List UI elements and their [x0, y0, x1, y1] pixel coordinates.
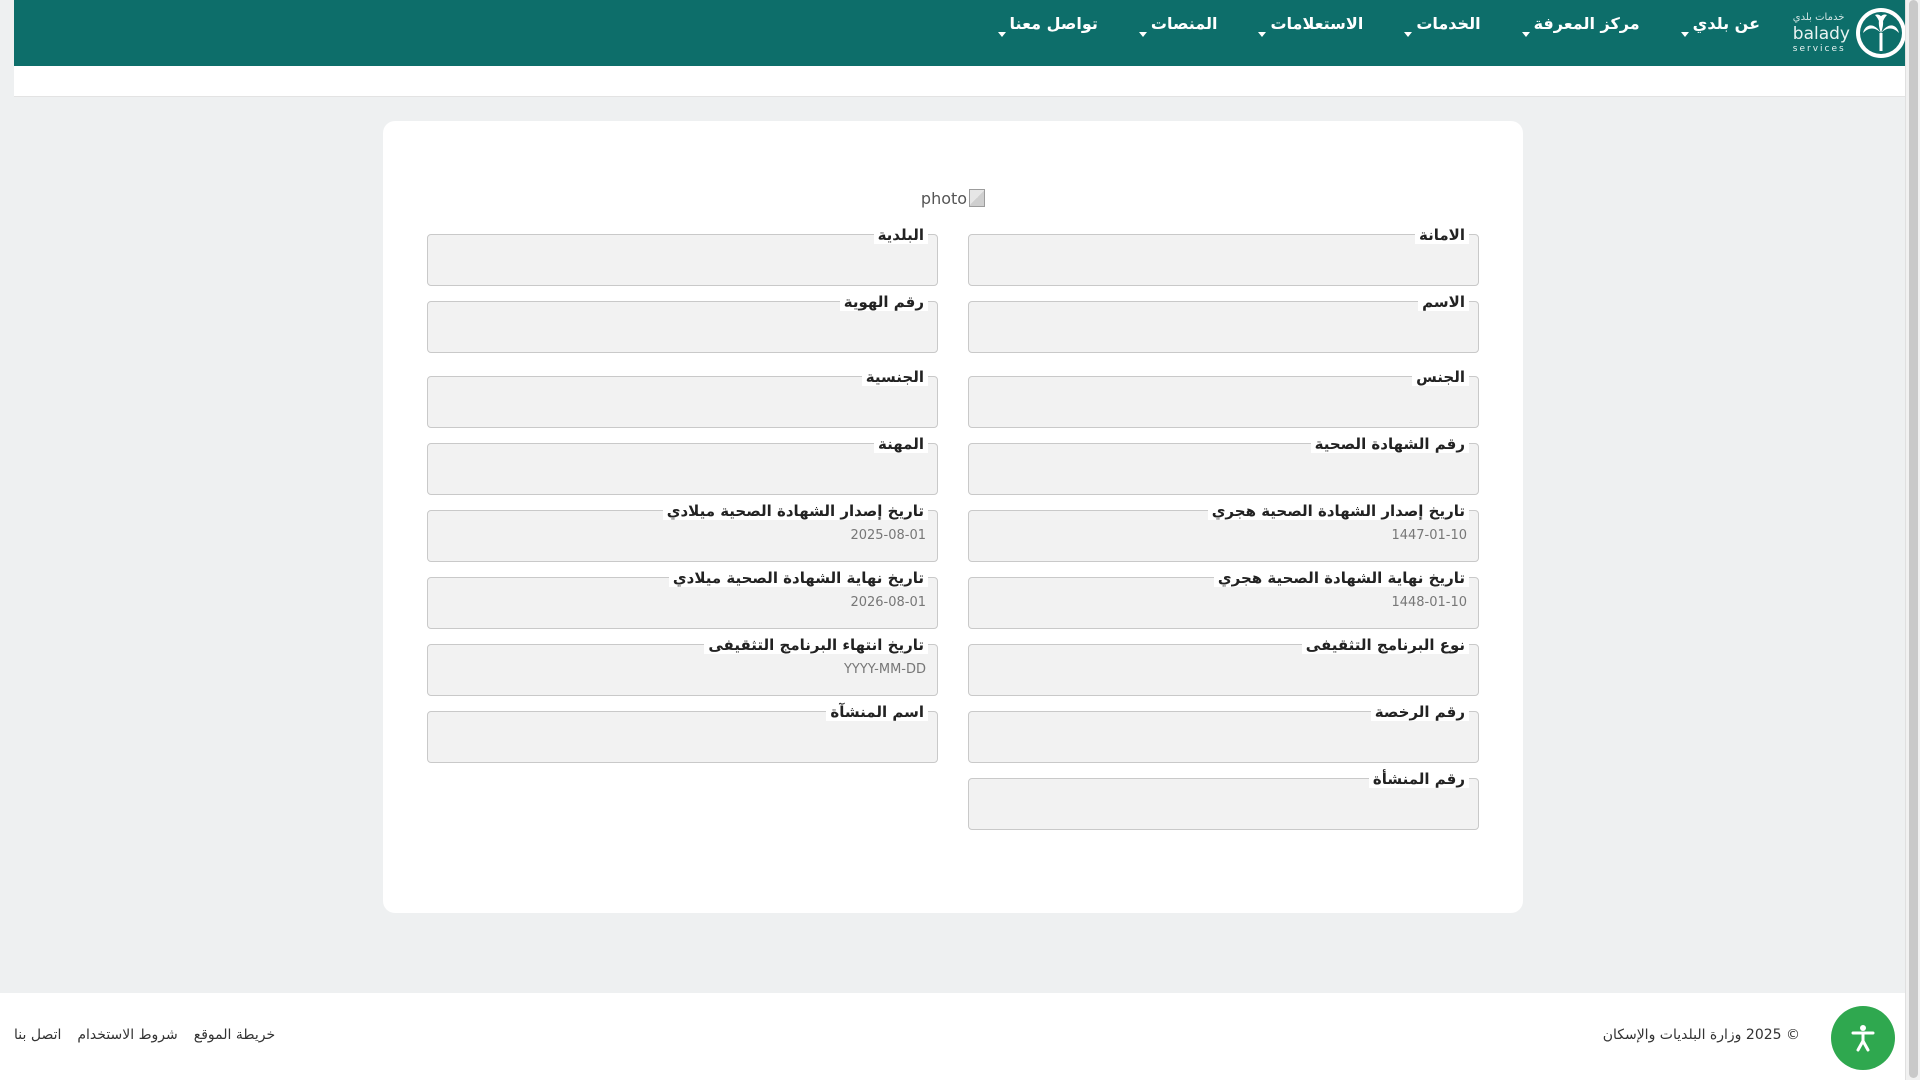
nav-inquiries[interactable]: الاستعلامات: [1258, 0, 1364, 37]
footer-link-terms[interactable]: شروط الاستخدام: [77, 1027, 177, 1043]
field-label: تاريخ نهاية الشهادة الصحية ميلادي: [668, 569, 928, 587]
field-nationality[interactable]: الجنسية: [427, 368, 938, 428]
field-value: 1447-01-10: [1391, 528, 1467, 543]
field-label: رقم الشهادة الصحية: [1310, 435, 1469, 453]
accessibility-icon: [1851, 1025, 1875, 1052]
nav-about-balady[interactable]: عن بلدي: [1680, 0, 1760, 37]
footer-link-sitemap[interactable]: خريطة الموقع: [194, 1027, 275, 1043]
logo-english: balady: [1792, 23, 1850, 44]
nav-label: تواصل معنا: [1009, 14, 1098, 33]
field-establishment-name[interactable]: اسم المنشآة: [427, 703, 938, 763]
field-expiry-date-gregorian[interactable]: تاريخ نهاية الشهادة الصحية ميلادي 2026-0…: [427, 569, 938, 629]
nav-label: المنصات: [1150, 14, 1218, 33]
field-issue-date-gregorian[interactable]: تاريخ إصدار الشهادة الصحية ميلادي 2025-0…: [427, 502, 938, 562]
page: خدمات بلدي balady services عن بلدي مركز …: [0, 0, 1920, 1080]
caret-down-icon: [1404, 32, 1413, 37]
field-label: رقم المنشأة: [1368, 770, 1469, 788]
nav-label: الخدمات: [1416, 14, 1481, 33]
caret-down-icon: [1680, 32, 1689, 37]
logo-text: خدمات بلدي balady services: [1792, 11, 1850, 54]
vertical-scrollbar[interactable]: [1905, 0, 1920, 1080]
field-box[interactable]: [427, 443, 938, 495]
health-certificate-card: photo الامانة البلدية الاسم رقم الهوية ا…: [383, 121, 1523, 913]
nav-platforms[interactable]: المنصات: [1138, 0, 1218, 37]
field-health-cert-number[interactable]: رقم الشهادة الصحية: [968, 435, 1479, 495]
caret-down-icon: [1138, 32, 1147, 37]
caret-down-icon: [997, 32, 1006, 37]
top-navbar: خدمات بلدي balady services عن بلدي مركز …: [14, 0, 1920, 66]
field-label: البلدية: [873, 226, 928, 244]
field-label: الجنس: [1412, 368, 1469, 386]
field-name[interactable]: الاسم: [968, 293, 1479, 353]
photo-placeholder: photo: [383, 189, 1523, 208]
nav-label: عن بلدي: [1692, 14, 1760, 33]
field-label: تاريخ نهاية الشهادة الصحية هجري: [1213, 569, 1469, 587]
footer: © 2025 وزارة البلديات والإسكان اتصل بنا …: [0, 993, 1906, 1080]
photo-alt-text: photo: [920, 189, 968, 208]
field-label: الامانة: [1415, 226, 1469, 244]
field-profession[interactable]: المهنة: [427, 435, 938, 495]
main-nav: عن بلدي مركز المعرفة الخدمات الاستعلامات…: [957, 0, 1760, 66]
field-box[interactable]: [968, 376, 1479, 428]
footer-link-contact[interactable]: اتصل بنا: [14, 1027, 61, 1043]
field-label: الجنسية: [861, 368, 928, 386]
field-municipality[interactable]: البلدية: [427, 226, 938, 286]
field-issue-date-hijri[interactable]: تاريخ إصدار الشهادة الصحية هجري 1447-01-…: [968, 502, 1479, 562]
field-label: رقم الهوية: [839, 293, 928, 311]
field-box[interactable]: [968, 234, 1479, 286]
copyright-text: © 2025 وزارة البلديات والإسكان: [1602, 1027, 1800, 1043]
field-establishment-number[interactable]: رقم المنشأة: [968, 770, 1479, 830]
balady-logo[interactable]: خدمات بلدي balady services: [1788, 4, 1906, 62]
field-box[interactable]: [968, 301, 1479, 353]
field-label: نوع البرنامج التثقيفى: [1301, 636, 1469, 654]
nav-services[interactable]: الخدمات: [1404, 0, 1481, 37]
field-label: رقم الرخصة: [1370, 703, 1469, 721]
nav-contact[interactable]: تواصل معنا: [997, 0, 1098, 37]
field-id-number[interactable]: رقم الهوية: [427, 293, 938, 353]
nav-label: الاستعلامات: [1270, 14, 1364, 33]
nav-label: مركز المعرفة: [1533, 14, 1640, 33]
sub-header-bar: [14, 66, 1920, 97]
field-education-program-end-date[interactable]: تاريخ انتهاء البرنامج التثقيفى YYYY-MM-D…: [427, 636, 938, 696]
field-label: تاريخ انتهاء البرنامج التثقيفى: [704, 636, 928, 654]
scrollbar-thumb[interactable]: [1909, 0, 1918, 1078]
field-value: 2026-08-01: [850, 595, 926, 610]
broken-image-icon: [969, 189, 986, 207]
field-value: 1448-01-10: [1391, 595, 1467, 610]
field-education-program-type[interactable]: نوع البرنامج التثقيفى: [968, 636, 1479, 696]
nav-knowledge-center[interactable]: مركز المعرفة: [1521, 0, 1640, 37]
field-label: تاريخ إصدار الشهادة الصحية ميلادي: [662, 502, 928, 520]
logo-sub: services: [1792, 43, 1846, 54]
footer-links: اتصل بنا شروط الاستخدام خريطة الموقع: [14, 1027, 275, 1043]
field-label: تاريخ إصدار الشهادة الصحية هجري: [1207, 502, 1469, 520]
accessibility-button[interactable]: [1831, 1006, 1895, 1070]
field-license-number[interactable]: رقم الرخصة: [968, 703, 1479, 763]
logo-arabic: خدمات بلدي: [1792, 11, 1845, 23]
field-value: 2025-08-01: [850, 528, 926, 543]
palm-tree-icon: [1856, 8, 1906, 58]
caret-down-icon: [1521, 32, 1530, 37]
field-label: اسم المنشآة: [826, 703, 928, 721]
field-expiry-date-hijri[interactable]: تاريخ نهاية الشهادة الصحية هجري 1448-01-…: [968, 569, 1479, 629]
field-label: المهنة: [874, 435, 928, 453]
field-gender[interactable]: الجنس: [968, 368, 1479, 428]
field-label: الاسم: [1418, 293, 1469, 311]
caret-down-icon: [1258, 32, 1267, 37]
field-box[interactable]: [427, 234, 938, 286]
field-amana[interactable]: الامانة: [968, 226, 1479, 286]
field-value: YYYY-MM-DD: [843, 662, 926, 677]
